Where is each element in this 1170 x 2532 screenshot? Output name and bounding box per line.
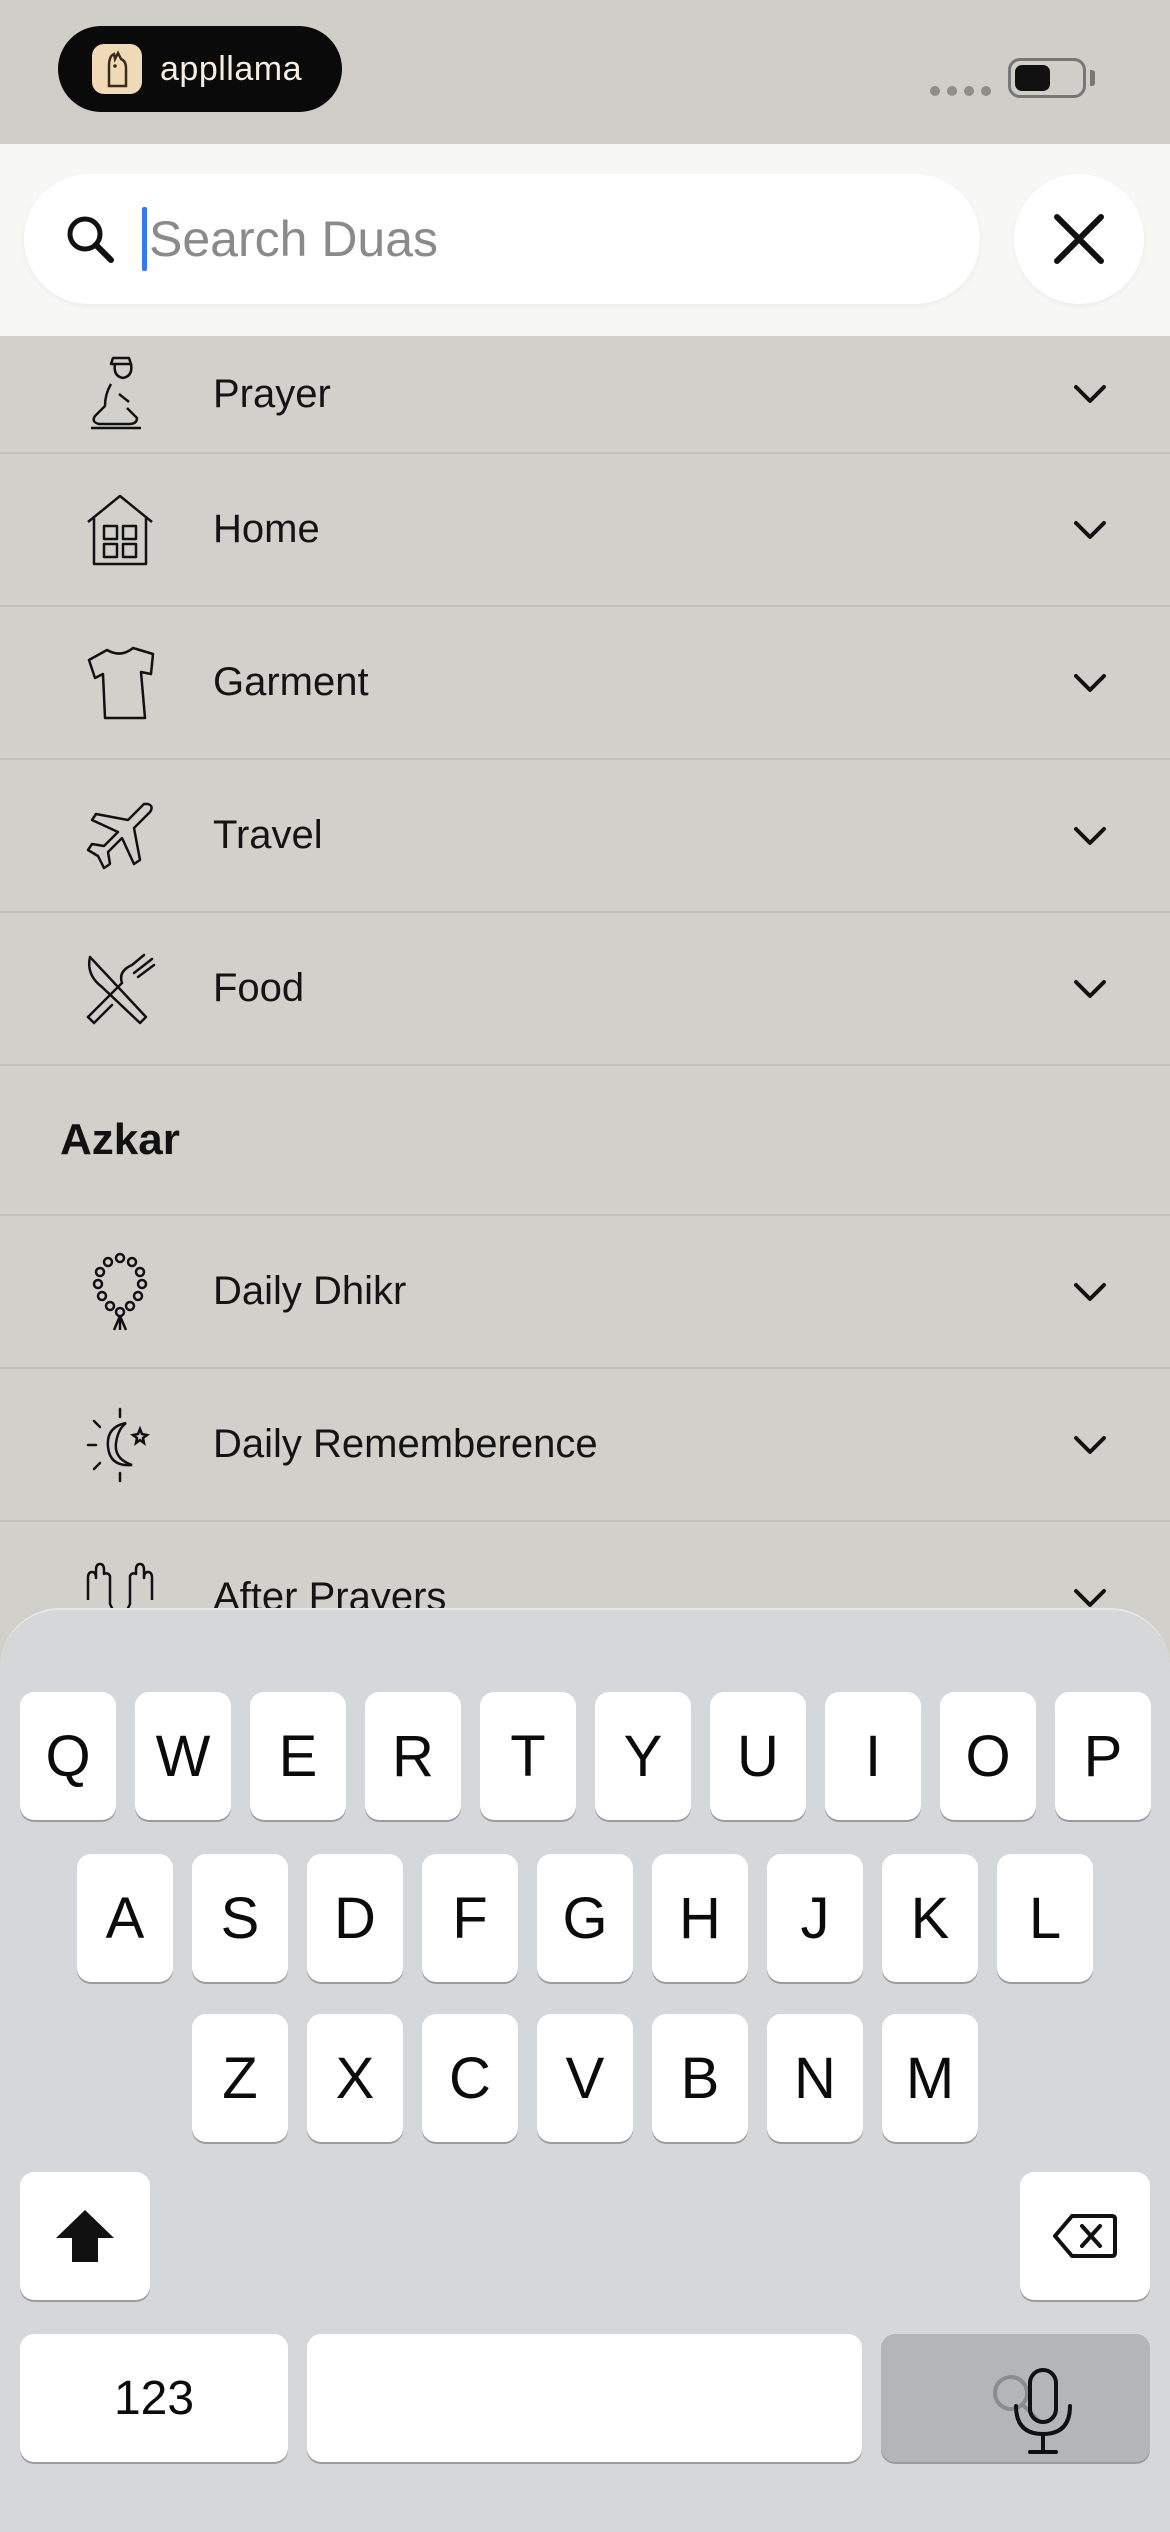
chevron-down-icon [1074,1435,1106,1454]
chevron-down-icon [1074,673,1106,692]
chevron-down-icon [1074,520,1106,539]
key-g[interactable]: G [537,1854,633,1982]
space-key[interactable] [307,2334,862,2462]
battery-level [1015,65,1050,91]
fork-knife-icon [80,949,160,1029]
search-icon [67,216,114,263]
chevron-down-icon [1074,1282,1106,1301]
prayer-beads-icon [80,1252,160,1332]
moon-sun-icon [80,1405,160,1485]
key-w[interactable]: W [135,1692,231,1820]
chevron-down-icon [1074,385,1106,403]
key-a[interactable]: A [77,1854,173,1982]
key-s[interactable]: S [192,1854,288,1982]
key-v[interactable]: V [537,2014,633,2142]
key-d[interactable]: D [307,1854,403,1982]
backspace-icon [1053,2214,1117,2258]
chevron-down-icon [1074,826,1106,845]
shift-key[interactable] [20,2172,150,2300]
key-p[interactable]: P [1055,1692,1151,1820]
chevron-down-icon [1074,979,1106,998]
delete-key[interactable] [1020,2172,1150,2300]
on-screen-keyboard: QWERTYUIOP ASDFGHJKL ZXCVBNM 123 [0,1608,1170,2532]
brand-badge[interactable]: appllama [58,26,342,112]
section-header-azkar: Azkar [0,1066,1170,1216]
key-m[interactable]: M [882,2014,978,2142]
battery-icon [1008,58,1086,98]
search-input[interactable] [149,210,929,268]
key-o[interactable]: O [940,1692,1036,1820]
key-n[interactable]: N [767,2014,863,2142]
list-item-label: Travel [213,813,323,857]
list-item-label: Prayer [213,371,331,416]
key-u[interactable]: U [710,1692,806,1820]
key-c[interactable]: C [422,2014,518,2142]
key-e[interactable]: E [250,1692,346,1820]
list-item-daily-dhikr[interactable]: Daily Dhikr [0,1216,1170,1369]
praying-person-icon [80,354,160,434]
llama-logo-icon [92,44,142,94]
key-r[interactable]: R [365,1692,461,1820]
microphone-icon[interactable] [1010,2366,1076,2456]
brand-name: appllama [160,49,302,88]
numbers-key[interactable]: 123 [20,2334,288,2462]
list-item-label: Daily Rememberence [213,1422,598,1466]
list-item-home[interactable]: Home [0,454,1170,607]
tshirt-icon [80,643,160,723]
airplane-icon [80,796,160,876]
text-caret [142,207,147,271]
key-y[interactable]: Y [595,1692,691,1820]
battery-cap [1090,70,1095,86]
list-item-garment[interactable]: Garment [0,607,1170,760]
list-item-label: Food [213,966,305,1010]
list-item-travel[interactable]: Travel [0,760,1170,913]
key-h[interactable]: H [652,1854,748,1982]
search-bar[interactable] [24,174,980,304]
list-item-prayer[interactable]: Prayer [0,336,1170,454]
section-title: Azkar [60,1115,180,1164]
key-b[interactable]: B [652,2014,748,2142]
status-bar: appllama [0,0,1170,144]
list-item-food[interactable]: Food [0,913,1170,1066]
key-t[interactable]: T [480,1692,576,1820]
close-icon [1054,214,1104,264]
key-i[interactable]: I [825,1692,921,1820]
key-f[interactable]: F [422,1854,518,1982]
search-header [0,144,1170,336]
key-j[interactable]: J [767,1854,863,1982]
list-item-daily-rememberence[interactable]: Daily Rememberence [0,1369,1170,1522]
key-l[interactable]: L [997,1854,1093,1982]
dua-category-list: Prayer Home Garment Travel Food Azkar Da… [0,336,1170,1675]
clear-search-button[interactable] [1014,174,1144,304]
list-item-label: Daily Dhikr [213,1269,407,1313]
list-item-label: Garment [213,660,369,704]
shift-icon [56,2210,114,2262]
key-z[interactable]: Z [192,2014,288,2142]
key-x[interactable]: X [307,2014,403,2142]
key-k[interactable]: K [882,1854,978,1982]
house-icon [80,490,160,570]
signal-icon [930,86,991,96]
list-item-label: Home [213,507,320,551]
key-q[interactable]: Q [20,1692,116,1820]
